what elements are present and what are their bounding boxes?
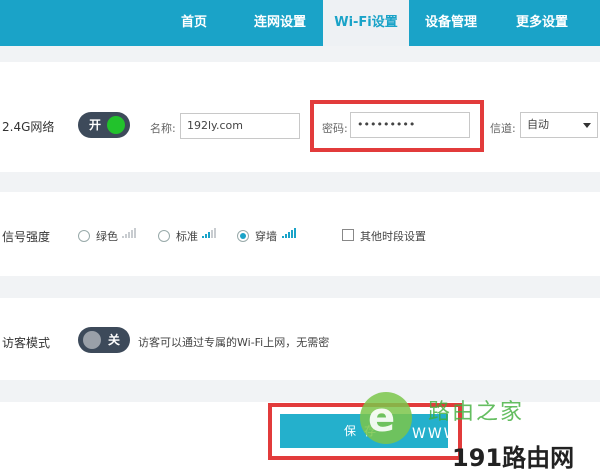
wifi-24g-label: 2.4G网络: [2, 120, 55, 134]
signal-bars-icon: [282, 228, 296, 238]
wifi-password-label: 密码:: [322, 122, 348, 135]
nav-item-network-setup[interactable]: 连网设置: [240, 0, 320, 46]
toggle-knob: [107, 116, 125, 134]
radio-standard[interactable]: [158, 230, 170, 242]
nav-item-device-management[interactable]: 设备管理: [411, 0, 491, 46]
radio-through-wall[interactable]: [237, 230, 249, 242]
wifi-name-input[interactable]: 192ly.com: [180, 113, 300, 139]
wifi-password-input[interactable]: •••••••••: [350, 112, 470, 138]
toggle-label: 关: [107, 333, 120, 347]
radio-green[interactable]: [78, 230, 90, 242]
chevron-down-icon: [583, 123, 591, 128]
section-divider: [0, 46, 600, 62]
signal-strength-label: 信号强度: [2, 230, 51, 244]
nav-item-home[interactable]: 首页: [162, 0, 226, 46]
toggle-knob: [83, 331, 101, 349]
other-schedule-checkbox[interactable]: [342, 229, 354, 241]
wifi-name-label: 名称:: [150, 122, 176, 135]
nav-item-more-settings[interactable]: 更多设置: [494, 0, 590, 46]
section-divider: [0, 276, 600, 298]
watermark-brand-top: 路由之家: [428, 400, 525, 425]
channel-label: 信道:: [490, 122, 516, 135]
top-nav: 首页 连网设置 Wi-Fi设置 设备管理 更多设置: [0, 0, 600, 46]
watermark-logo-glyph: e: [368, 395, 396, 441]
guest-mode-hint: 访客可以通过专属的Wi-Fi上网，无需密: [138, 336, 330, 349]
guest-mode-label: 访客模式: [2, 336, 51, 350]
channel-select[interactable]: 自动: [520, 112, 598, 138]
signal-bars-icon: [202, 228, 216, 238]
nav-item-wifi-settings[interactable]: Wi-Fi设置: [323, 0, 409, 46]
other-schedule-label: 其他时段设置: [360, 230, 426, 243]
radio-green-label: 绿色: [96, 230, 118, 243]
guest-mode-toggle[interactable]: 关: [78, 327, 130, 353]
wifi-24g-toggle[interactable]: 开: [78, 112, 130, 138]
radio-standard-label: 标准: [176, 230, 198, 243]
section-divider: [0, 172, 600, 192]
watermark-brand-bottom: 191路由网: [452, 444, 575, 470]
channel-value: 自动: [527, 118, 549, 131]
radio-through-wall-label: 穿墙: [255, 230, 277, 243]
signal-bars-icon: [122, 228, 136, 238]
toggle-label: 开: [89, 118, 102, 132]
